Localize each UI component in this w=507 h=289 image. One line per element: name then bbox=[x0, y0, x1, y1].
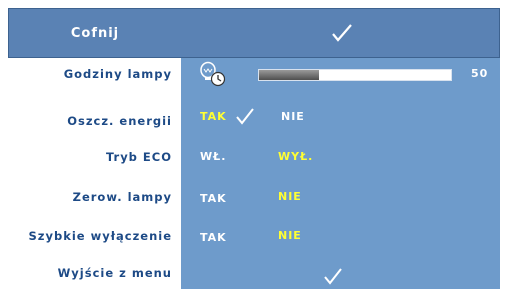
lamp-reset-no-option[interactable]: NIE bbox=[278, 190, 302, 203]
lamp-clock-icon bbox=[200, 61, 226, 87]
checkmark-icon[interactable] bbox=[323, 266, 343, 286]
back-row[interactable]: Cofnij bbox=[8, 8, 500, 58]
eco-mode-off-option[interactable]: WYŁ. bbox=[278, 150, 313, 163]
checkmark-icon bbox=[332, 24, 352, 42]
power-saving-yes-option[interactable]: TAK bbox=[200, 110, 227, 123]
lamp-reset-label: Zerow. lampy bbox=[72, 190, 172, 204]
lamp-hours-label: Godziny lampy bbox=[63, 67, 172, 81]
projector-osd-menu: Cofnij Godziny lampy Oszcz. energii Tryb… bbox=[0, 0, 507, 289]
eco-mode-label: Tryb ECO bbox=[105, 150, 172, 164]
exit-menu-label: Wyjście z menu bbox=[57, 266, 172, 280]
quick-shutdown-no-option[interactable]: NIE bbox=[278, 229, 302, 242]
power-saving-label: Oszcz. energii bbox=[67, 114, 172, 128]
power-saving-no-option[interactable]: NIE bbox=[281, 110, 305, 123]
quick-shutdown-label: Szybkie wyłączenie bbox=[28, 229, 172, 243]
lamp-hours-value: 50 bbox=[471, 67, 489, 80]
lamp-reset-yes-option[interactable]: TAK bbox=[200, 192, 227, 205]
eco-mode-on-option[interactable]: WŁ. bbox=[200, 150, 226, 163]
quick-shutdown-yes-option[interactable]: TAK bbox=[200, 231, 227, 244]
checkmark-icon bbox=[236, 108, 254, 125]
settings-panel: 50 TAK NIE WŁ. WYŁ. TAK NIE TAK NIE bbox=[181, 58, 500, 289]
lamp-hours-bar bbox=[258, 69, 452, 81]
back-label: Cofnij bbox=[70, 26, 120, 41]
lamp-hours-bar-fill bbox=[259, 70, 319, 80]
